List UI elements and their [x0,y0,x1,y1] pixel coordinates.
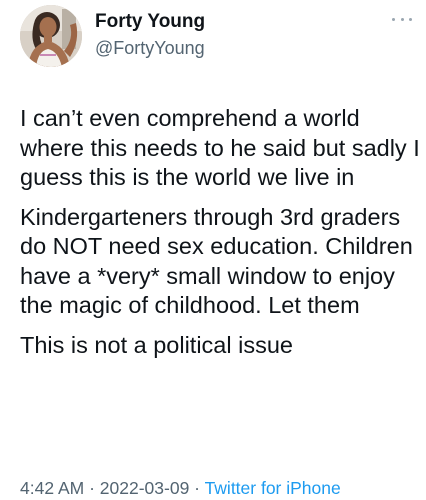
dot [400,17,404,21]
tweet-time[interactable]: 4:42 AM [20,478,84,498]
tweet-date[interactable]: 2022-03-09 [100,478,190,498]
tweet-text: I can’t even comprehend a world where th… [20,104,420,360]
more-options-icon[interactable] [392,12,412,26]
dot [392,17,395,21]
separator: · [189,478,205,498]
tweet-metadata: 4:42 AM · 2022-03-09 · Twitter for iPhon… [20,478,341,499]
author-display-name[interactable]: Forty Young [95,11,205,33]
tweet-card: Forty Young @FortyYoung I can’t even com… [0,0,426,500]
dot [409,17,412,21]
tweet-paragraph: Kindergarteners through 3rd graders do N… [20,203,413,319]
avatar-photo [20,5,82,67]
tweet-paragraph: I can’t even comprehend a world where th… [20,105,420,190]
tweet-source-link[interactable]: Twitter for iPhone [205,478,341,498]
avatar[interactable] [20,5,82,67]
tweet-paragraph: This is not a political issue [20,331,293,358]
separator: · [84,478,100,498]
author-handle[interactable]: @FortyYoung [95,38,205,59]
